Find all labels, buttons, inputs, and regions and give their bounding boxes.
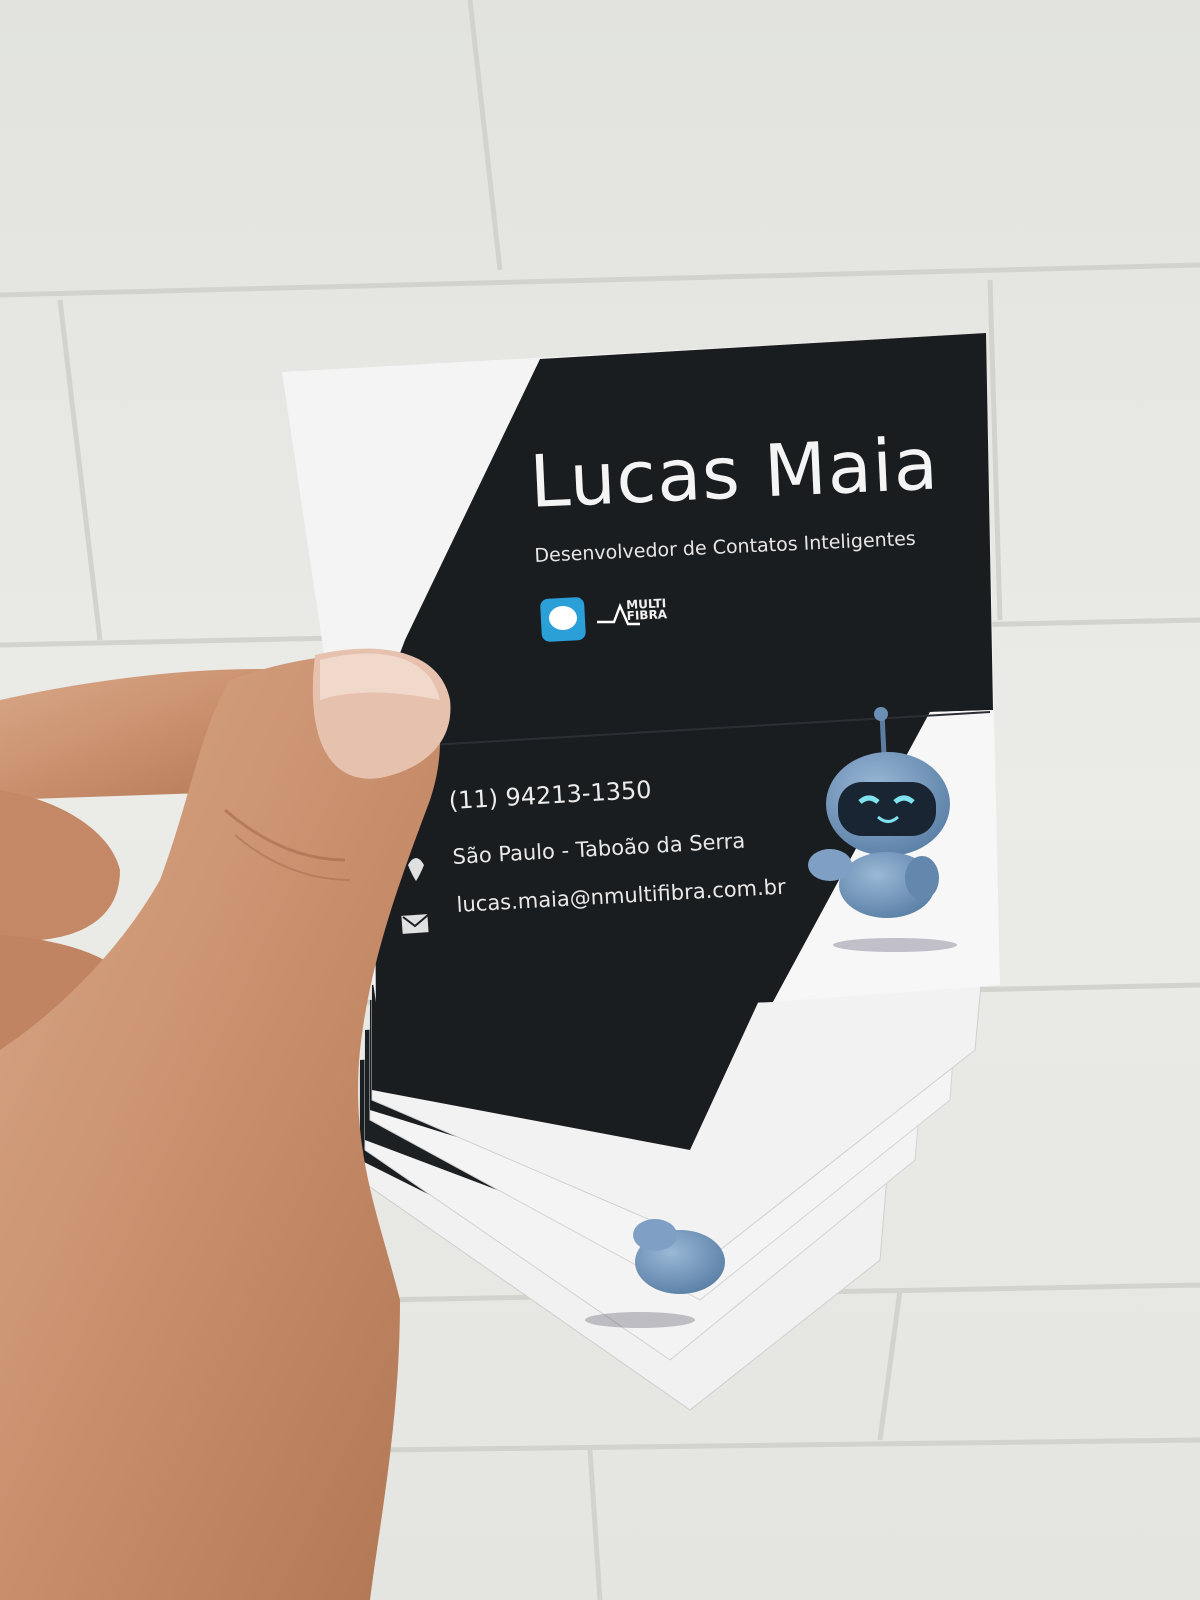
business-card-photo: Lucas Maia Desenvolvedor de Contatos Int… xyxy=(0,0,1200,1600)
brand-name: MULTI FIBRA xyxy=(626,596,668,623)
brand-line-2: FIBRA xyxy=(626,607,668,623)
